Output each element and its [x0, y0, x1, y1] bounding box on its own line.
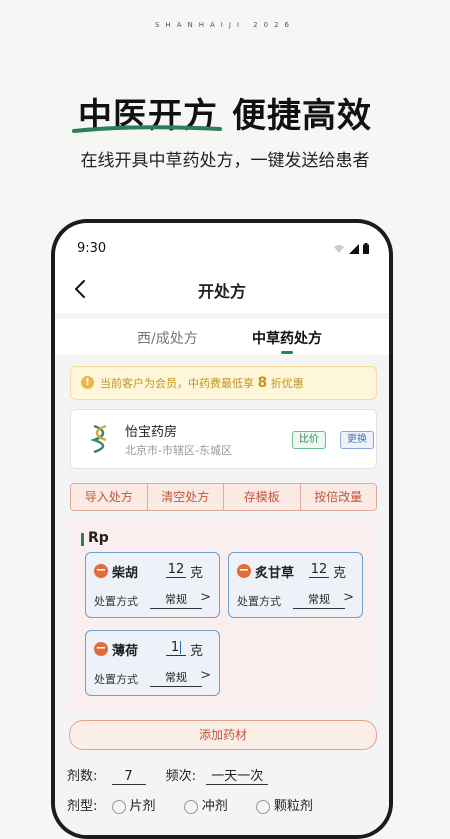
- method-label: 处置方式: [94, 673, 138, 686]
- minus-icon[interactable]: −: [237, 564, 251, 578]
- chevron-right-icon[interactable]: >: [200, 590, 211, 605]
- form-label: 剂型:: [67, 799, 98, 814]
- pharmacy-address: 北京市-市辖区-东城区: [125, 444, 232, 457]
- pharmacy-card: 怡宝药房 北京市-市辖区-东城区 比价 更换: [70, 409, 377, 469]
- herb-name: 柴胡: [112, 566, 139, 581]
- battery-icon: [363, 243, 369, 254]
- form-row: 剂型: 片剂 冲剂 颗粒剂: [67, 795, 313, 814]
- subline: 在线开具中草药处方，一键发送给患者: [80, 151, 370, 171]
- rp-section: Rp − 柴胡 12 克 处置方式 常规 > − 炙甘草 12 克 处置方式 常…: [70, 520, 375, 710]
- rp-label: Rp: [88, 530, 109, 546]
- clear-prescription-button[interactable]: 清空处方: [147, 484, 224, 510]
- headline-part1-wrap: 中医开方: [72, 88, 222, 137]
- phone-frame: 9:30 开处方 西/成处方 中草药处方 ! 当前客户为会员，中药费最低享 8 …: [51, 219, 393, 839]
- dosage-label: 剂数:: [67, 769, 98, 784]
- form-option-label: 冲剂: [201, 799, 228, 814]
- form-option[interactable]: 颗粒剂: [255, 799, 313, 814]
- tab-herbal[interactable]: 中草药处方: [252, 328, 322, 348]
- herb-card: − 薄荷 1 克 处置方式 常规 >: [85, 630, 220, 696]
- notice-post: 折优惠: [270, 377, 304, 390]
- dosage-row: 剂数: 7 频次: 一天一次: [67, 765, 269, 785]
- herb-unit: 克: [333, 566, 347, 581]
- headline: 中医开方 便捷高效: [0, 88, 450, 137]
- method-label: 处置方式: [94, 595, 138, 608]
- dosage-input[interactable]: 7: [111, 769, 146, 785]
- tab-indicator: [281, 351, 293, 354]
- herb-qty-input[interactable]: 1: [166, 640, 186, 656]
- tab-bar: 西/成处方 中草药处方: [55, 319, 389, 355]
- page-title: 开处方: [197, 282, 246, 301]
- pharmacy-logo-icon: [91, 424, 107, 454]
- herb-qty-input[interactable]: 12: [309, 562, 329, 578]
- status-icons: [333, 243, 369, 254]
- herb-card: − 柴胡 12 克 处置方式 常规 >: [85, 552, 220, 618]
- herb-name: 炙甘草: [255, 566, 295, 581]
- method-select[interactable]: 常规: [150, 669, 202, 687]
- import-prescription-button[interactable]: 导入处方: [71, 484, 148, 510]
- content-area: 西/成处方 中草药处方 ! 当前客户为会员，中药费最低享 8 折优惠 怡宝药房 …: [55, 313, 389, 835]
- phone-screen: 9:30 开处方 西/成处方 中草药处方 ! 当前客户为会员，中药费最低享 8 …: [55, 223, 389, 835]
- action-bar: 导入处方 清空处方 存模板 按倍改量: [70, 483, 377, 511]
- pharmacy-name: 怡宝药房: [125, 425, 178, 440]
- form-option-label: 片剂: [129, 799, 156, 814]
- form-option[interactable]: 冲剂: [183, 799, 228, 814]
- scale-dose-button[interactable]: 按倍改量: [300, 484, 376, 510]
- radio-icon: [183, 799, 198, 814]
- minus-icon[interactable]: −: [94, 642, 108, 656]
- status-time: 9:30: [77, 241, 107, 256]
- method-select[interactable]: 常规: [150, 591, 202, 609]
- herb-unit: 克: [190, 566, 204, 581]
- nav-bar: 开处方: [55, 271, 389, 307]
- herb-qty-value: 1: [170, 640, 180, 655]
- notice-pre: 当前客户为会员，中药费最低享: [100, 377, 254, 390]
- radio-icon: [111, 799, 126, 814]
- exclamation-icon: !: [81, 376, 94, 389]
- chevron-right-icon[interactable]: >: [343, 590, 354, 605]
- chevron-right-icon[interactable]: >: [200, 668, 211, 683]
- form-option-label: 颗粒剂: [273, 799, 313, 814]
- frequency-label: 频次:: [165, 769, 197, 784]
- change-button[interactable]: 更换: [340, 431, 374, 449]
- headline-part2: 便捷高效: [232, 96, 372, 136]
- minus-icon[interactable]: −: [94, 564, 108, 578]
- save-template-button[interactable]: 存模板: [224, 484, 301, 510]
- wifi-icon: [334, 245, 344, 253]
- status-bar: 9:30: [77, 241, 369, 257]
- herb-name: 薄荷: [112, 644, 139, 659]
- method-select[interactable]: 常规: [293, 591, 345, 609]
- tab-western[interactable]: 西/成处方: [137, 328, 198, 348]
- member-notice: ! 当前客户为会员，中药费最低享 8 折优惠: [70, 366, 377, 400]
- form-option[interactable]: 片剂: [111, 799, 156, 814]
- radio-icon: [255, 799, 270, 814]
- text-cursor: [180, 641, 182, 654]
- method-label: 处置方式: [237, 595, 281, 608]
- notice-discount: 8: [257, 375, 268, 391]
- herb-card: − 炙甘草 12 克 处置方式 常规 >: [228, 552, 363, 618]
- herb-qty-input[interactable]: 12: [166, 562, 186, 578]
- frequency-select[interactable]: 一天一次: [206, 765, 269, 785]
- brush-swoosh: [72, 125, 222, 133]
- rp-marker: [81, 533, 84, 546]
- notice-text: 当前客户为会员，中药费最低享 8 折优惠: [100, 375, 304, 391]
- herb-unit: 克: [190, 644, 204, 659]
- signal-icon: [349, 244, 359, 254]
- add-herb-button[interactable]: 添加药材: [69, 720, 377, 750]
- compare-button[interactable]: 比价: [292, 431, 326, 449]
- brand-text: SHANHAIJI 2026: [154, 21, 296, 29]
